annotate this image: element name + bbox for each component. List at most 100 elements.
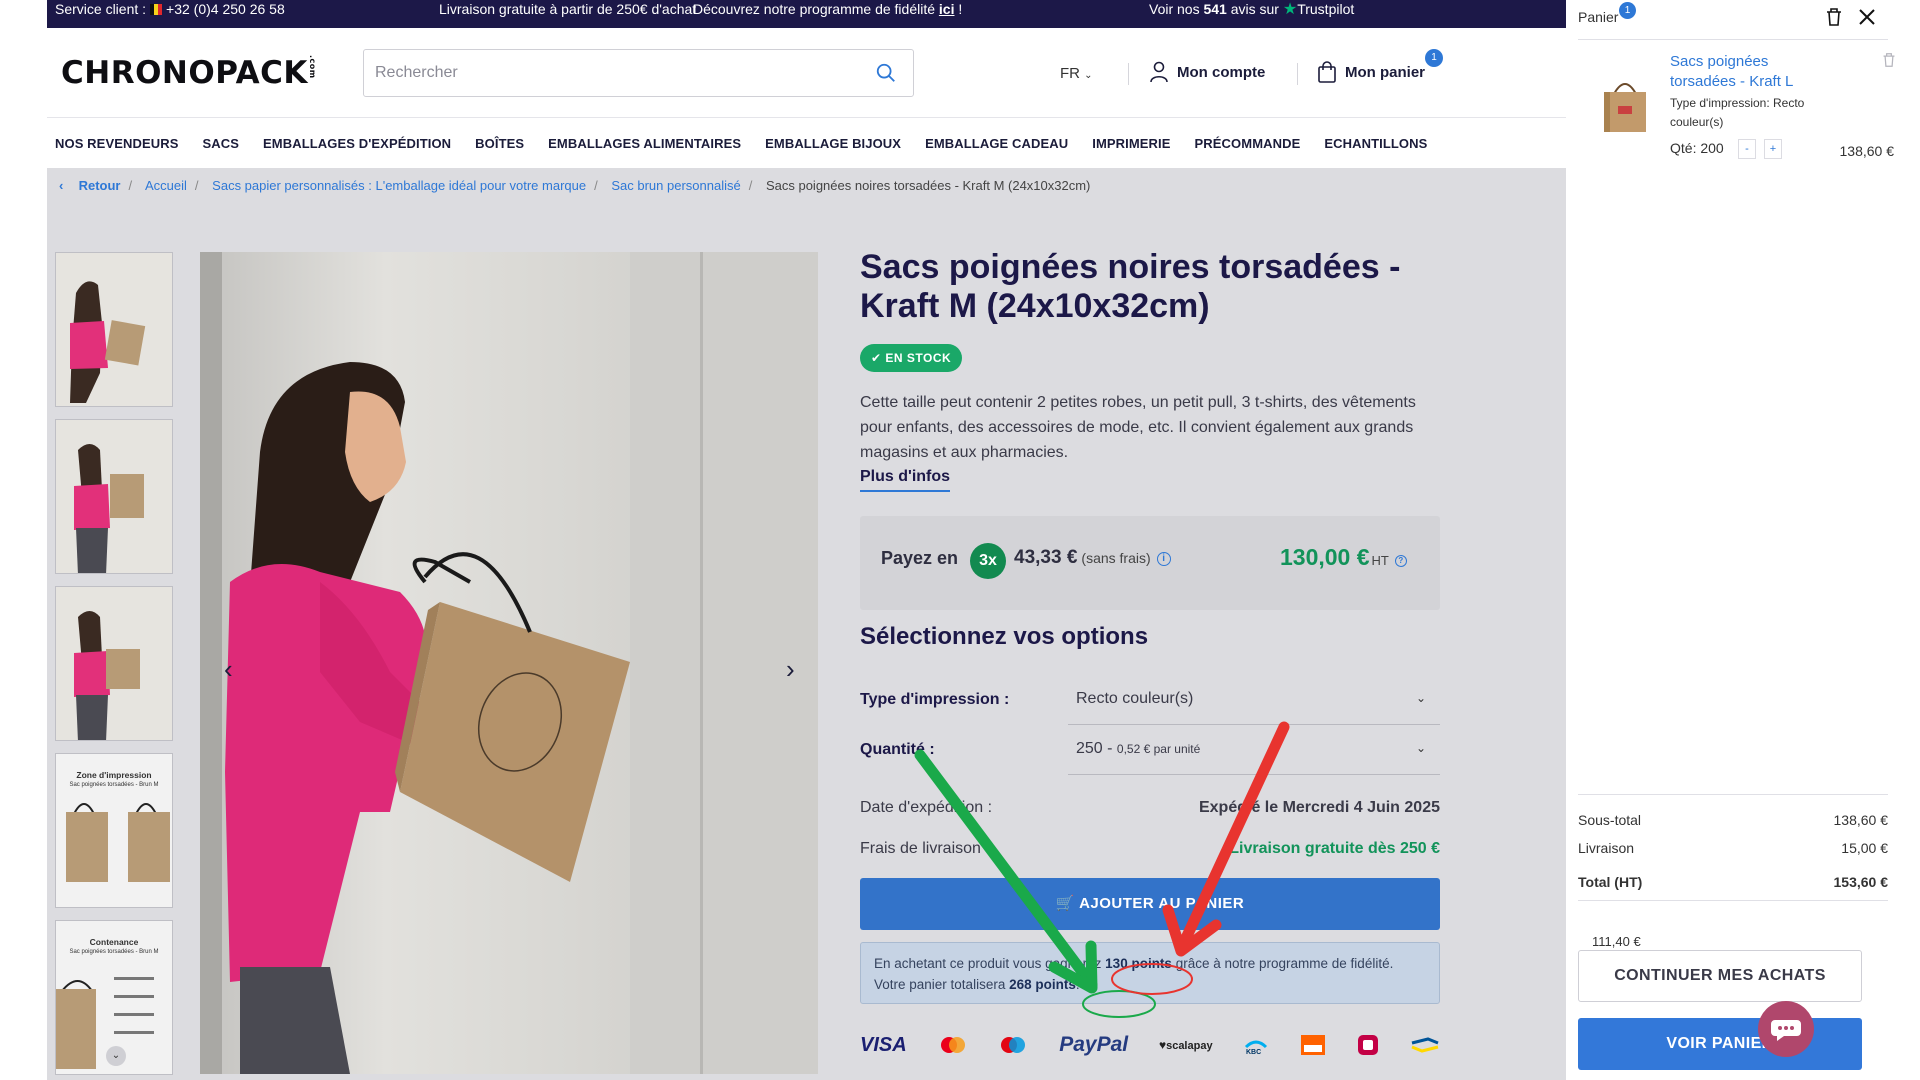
- chevron-left-icon: ‹: [59, 178, 64, 193]
- chat-button[interactable]: [1758, 1001, 1814, 1057]
- nav-item-emballage-cadeau[interactable]: EMBALLAGE CADEAU: [925, 136, 1068, 151]
- more-info-link[interactable]: Plus d'infos: [860, 468, 951, 492]
- cart-panel-header: Panier 1: [1578, 0, 1888, 40]
- loyalty-points-total: 268 points: [1009, 977, 1076, 992]
- woman-with-bag-photo: [200, 252, 818, 1074]
- language-selector[interactable]: FR ⌄: [1060, 65, 1093, 82]
- breadcrumb-item-paper-bags[interactable]: Sacs papier personnalisés : L'emballage …: [212, 178, 586, 193]
- pay-in-label: Payez en: [881, 548, 959, 568]
- thumbnail-1[interactable]: [55, 252, 173, 407]
- installment-amount: 43,33 € (sans frais) i: [1014, 547, 1171, 569]
- breadcrumb-separator: /: [748, 178, 753, 193]
- installment-fees: (sans frais): [1081, 550, 1151, 566]
- shipping-label: Livraison: [1578, 840, 1635, 856]
- back-label: Retour: [78, 178, 121, 193]
- nav-item-imprimerie[interactable]: IMPRIMERIE: [1092, 136, 1170, 151]
- cart-item-option: Type d'impression: Recto couleur(s): [1670, 96, 1805, 129]
- search-input[interactable]: [364, 50, 844, 96]
- previous-image-arrow[interactable]: ‹: [224, 654, 233, 685]
- nav-item-echantillons[interactable]: ECHANTILLONS: [1324, 136, 1427, 151]
- quantity-label: Qté:: [1670, 140, 1697, 156]
- scalapay-logo: ♥scalapay: [1158, 1038, 1213, 1052]
- subtotal-value: 138,60 €: [1833, 812, 1889, 828]
- thumbnail-2[interactable]: [55, 419, 173, 574]
- nav-item-sacs[interactable]: SACS: [202, 136, 239, 151]
- price-value: 130,00 €: [1280, 544, 1370, 570]
- add-to-cart-button[interactable]: 🛒 AJOUTER AU PANIER: [860, 878, 1440, 930]
- quantity-select[interactable]: 250 - 0,52 € par unité ⌄: [1068, 727, 1440, 775]
- view-cart-button[interactable]: VOIR PANIER: [1578, 1018, 1862, 1070]
- account-label: Mon compte: [1177, 63, 1266, 81]
- visa-logo: VISA: [860, 1033, 907, 1056]
- next-image-arrow[interactable]: ›: [786, 654, 795, 685]
- total-row: Total (HT) 153,60 €: [1578, 874, 1888, 890]
- nav-item-precommande[interactable]: PRÉCOMMANDE: [1195, 136, 1301, 151]
- ing-icon: [1301, 1035, 1326, 1055]
- nav-item-boites[interactable]: BOÎTES: [475, 136, 524, 151]
- thumbnail-3[interactable]: [55, 586, 173, 741]
- nav-item-revendeurs[interactable]: NOS REVENDEURS: [55, 136, 178, 151]
- divider: [1297, 63, 1298, 85]
- loyalty-points-earned: 130 points: [1105, 956, 1172, 971]
- breadcrumb-item-brown-bag[interactable]: Sac brun personnalisé: [611, 178, 740, 193]
- print-type-select[interactable]: Recto couleur(s) ⌄: [1068, 677, 1440, 725]
- quantity-decrease-button[interactable]: -: [1738, 139, 1756, 159]
- nav-item-emballages-expedition[interactable]: EMBALLAGES D'EXPÉDITION: [263, 136, 451, 151]
- subtotal-label: Sous-total: [1578, 812, 1642, 828]
- info-icon[interactable]: i: [1156, 552, 1171, 566]
- trustpilot-reviews[interactable]: Voir nos 541 avis sur ★Trustpilot: [1149, 0, 1354, 19]
- close-icon[interactable]: [1858, 8, 1876, 26]
- thumbnail-print-zone[interactable]: Zone d'impression Sac poignées torsadées…: [55, 753, 173, 908]
- loyalty-points-notice: En achetant ce produit vous gagnerez 130…: [860, 942, 1440, 1004]
- top-announcement-bar: Service client : +32 (0)4 250 26 58 Livra…: [47, 0, 1566, 28]
- search-icon[interactable]: [875, 62, 897, 84]
- continue-shopping-button[interactable]: CONTINUER MES ACHATS: [1578, 950, 1862, 1002]
- cart-icon: 🛒: [1055, 895, 1075, 912]
- reviews-prefix: Voir nos: [1149, 1, 1200, 17]
- back-link[interactable]: ‹ Retour: [59, 178, 120, 193]
- shopping-bag-icon: [1318, 61, 1336, 83]
- chevron-down-icon: ⌄: [1415, 691, 1426, 705]
- chevron-down-icon[interactable]: ⌄: [106, 1046, 126, 1066]
- thumbnail-capacity[interactable]: Contenance Sac poignées torsadées - Brun…: [55, 920, 173, 1075]
- total-label: Total (HT): [1578, 874, 1643, 890]
- trustpilot-star-icon: ★: [1282, 1, 1298, 18]
- cart-panel: Panier 1 Sacs poignées torsadées - Kraft…: [1566, 0, 1920, 1080]
- trustpilot-label: Trustpilot: [1297, 1, 1355, 17]
- quantity-increase-button[interactable]: +: [1764, 139, 1782, 159]
- cart-item: Sacs poignées torsadées - Kraft L Type d…: [1590, 50, 1895, 160]
- phone-link[interactable]: +32 (0)4 250 26 58: [166, 1, 285, 17]
- shipping-fee-value: Livraison gratuite dès 250 €: [1229, 840, 1440, 857]
- nav-item-emballages-alimentaires[interactable]: EMBALLAGES ALIMENTAIRES: [548, 136, 741, 151]
- stock-badge: ✔ EN STOCK: [860, 344, 963, 372]
- mastercard-icon: [940, 1037, 965, 1053]
- nav-item-emballage-bijoux[interactable]: EMBALLAGE BIJOUX: [765, 136, 901, 151]
- paypal-logo: PayPal: [1059, 1033, 1129, 1056]
- account-link[interactable]: Mon compte: [1149, 61, 1265, 83]
- search-box: [363, 49, 914, 97]
- chevron-down-icon: ⌄: [1415, 741, 1426, 755]
- trash-icon[interactable]: [1825, 7, 1843, 27]
- breadcrumb-item-home[interactable]: Accueil: [145, 178, 187, 193]
- thumbnail-photo-1: [56, 253, 172, 406]
- svg-text:KBC: KBC: [1246, 1049, 1261, 1055]
- trash-icon[interactable]: [1882, 52, 1896, 68]
- product-content: ‹ Retour / Accueil / Sacs papier personnal…: [47, 168, 1566, 1080]
- chronopack-logo[interactable]: CHRONOPACK.com: [61, 55, 317, 91]
- bancontact-icon: [1411, 1037, 1439, 1053]
- help-icon[interactable]: ?: [1394, 555, 1407, 567]
- chevron-down-icon: ⌄: [1084, 70, 1093, 81]
- loyalty-promo-link[interactable]: ici: [939, 1, 955, 17]
- product-main-image: ‹ ›: [200, 252, 818, 1074]
- main-navigation: NOS REVENDEURS SACS EMBALLAGES D'EXPÉDIT…: [47, 118, 1566, 168]
- logo-text: CHRONOPACK: [61, 55, 308, 91]
- cart-link[interactable]: Mon panier: [1317, 61, 1425, 83]
- print-type-row: Type d'impression : Recto couleur(s) ⌄: [860, 677, 1440, 727]
- loyalty-promo-text: Découvrez notre programme de fidélité: [693, 1, 936, 17]
- installments-badge: 3x: [970, 543, 1006, 579]
- product-description: Cette taille peut contenir 2 petites rob…: [860, 394, 1416, 461]
- shipping-date-value: Expédié le Mercredi 4 Juin 2025: [1198, 799, 1440, 816]
- cart-item-image[interactable]: [1590, 62, 1660, 142]
- cart-item-name[interactable]: Sacs poignées torsadées - Kraft L: [1670, 52, 1820, 92]
- shipping-date-row: Date d'expédition : Expédié le Mercredi 4…: [860, 799, 1440, 817]
